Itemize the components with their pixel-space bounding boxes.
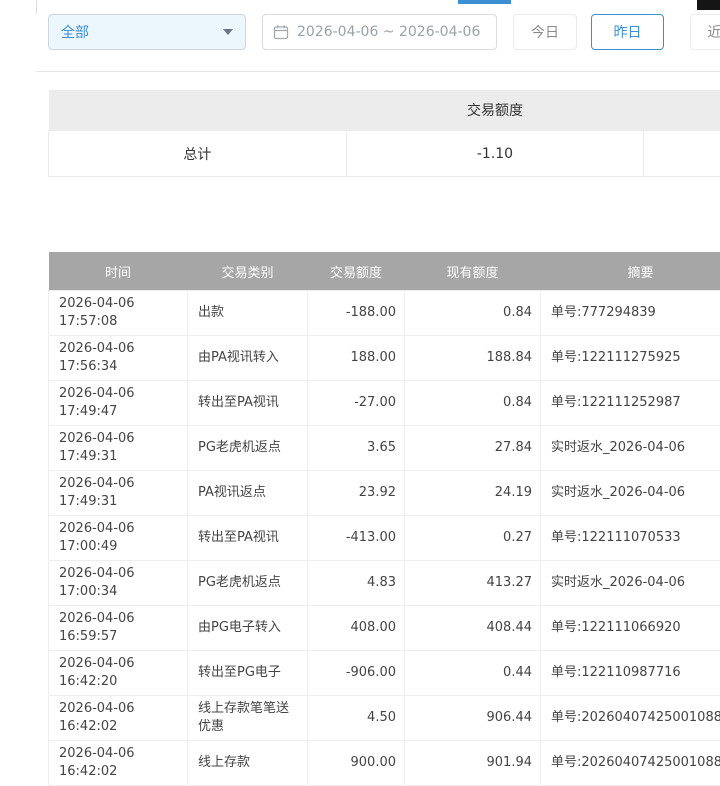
cell-balance: 901.94 (405, 741, 541, 786)
cell-balance: 408.44 (405, 606, 541, 651)
cell-type: 转出至PA视讯 (188, 516, 308, 561)
filter-bar: 全部 2026-04-06 ~ 2026-04-06 今日 昨日 近8日 (48, 14, 720, 50)
cell-time: 2026-04-06 16:42:20 (49, 651, 188, 696)
cell-memo: 单号:202604074250010883 (541, 741, 720, 786)
cell-memo: 单号:777294839 (541, 291, 720, 336)
cell-memo: 实时返水_2026-04-06 (541, 426, 720, 471)
cell-memo: 单号:122111070533 (541, 516, 720, 561)
cell-amount: 900.00 (308, 741, 405, 786)
cell-type: 线上存款 (188, 741, 308, 786)
cell-type: 线上存款笔笔送优惠 (188, 696, 308, 741)
cell-memo: 单号:122111252987 (541, 381, 720, 426)
cell-type: PA视讯返点 (188, 471, 308, 516)
cell-type: 由PA视讯转入 (188, 336, 308, 381)
last-8-days-button[interactable]: 近8日 (690, 14, 720, 50)
column-header-balance: 现有额度 (405, 252, 541, 291)
cell-type: 由PG电子转入 (188, 606, 308, 651)
cell-balance: 24.19 (405, 471, 541, 516)
cell-amount: -188.00 (308, 291, 405, 336)
summary-header-amount: 交易额度 (346, 90, 644, 131)
cell-type: PG老虎机返点 (188, 426, 308, 471)
cell-amount: 4.50 (308, 696, 405, 741)
cell-time: 2026-04-06 17:49:31 (49, 471, 188, 516)
summary-total-value: -1.10 (346, 131, 644, 177)
table-row: 2026-04-06 16:42:02 线上存款笔笔送优惠 4.50 906.4… (49, 696, 720, 741)
column-header-time: 时间 (49, 252, 188, 291)
table-row: 2026-04-06 16:42:20 转出至PG电子 -906.00 0.44… (49, 651, 720, 696)
chevron-down-icon (223, 29, 233, 35)
table-row: 2026-04-06 16:42:02 线上存款 900.00 901.94 单… (49, 741, 720, 786)
cell-time: 2026-04-06 16:42:02 (49, 741, 188, 786)
cell-time: 2026-04-06 16:59:57 (49, 606, 188, 651)
cell-amount: 4.83 (308, 561, 405, 606)
summary-total-clipped (644, 131, 720, 177)
cell-memo: 实时返水_2026-04-06 (541, 471, 720, 516)
cell-amount: -27.00 (308, 381, 405, 426)
summary-header-clipped (644, 90, 720, 131)
table-row: 2026-04-06 17:57:08 出款 -188.00 0.84 单号:7… (49, 291, 720, 336)
cell-amount: 408.00 (308, 606, 405, 651)
cell-balance: 188.84 (405, 336, 541, 381)
summary-total-row: 总计 -1.10 (49, 131, 720, 177)
cell-amount: 23.92 (308, 471, 405, 516)
type-filter-value: 全部 (61, 22, 89, 42)
corner-dark-fragment (697, 0, 720, 10)
cell-memo: 单号:202604074250010883 (541, 696, 720, 741)
active-tab-indicator (458, 0, 511, 4)
cell-balance: 0.44 (405, 651, 541, 696)
cell-memo: 实时返水_2026-04-06 (541, 561, 720, 606)
table-row: 2026-04-06 17:49:47 转出至PA视讯 -27.00 0.84 … (49, 381, 720, 426)
cell-type: 转出至PA视讯 (188, 381, 308, 426)
table-row: 2026-04-06 17:56:34 由PA视讯转入 188.00 188.8… (49, 336, 720, 381)
cell-memo: 单号:122111066920 (541, 606, 720, 651)
cell-amount: -906.00 (308, 651, 405, 696)
yesterday-button[interactable]: 昨日 (591, 14, 664, 50)
cell-memo: 单号:122111275925 (541, 336, 720, 381)
calendar-icon (273, 24, 289, 40)
table-row: 2026-04-06 17:49:31 PA视讯返点 23.92 24.19 实… (49, 471, 720, 516)
cell-time: 2026-04-06 17:49:31 (49, 426, 188, 471)
summary-table: 交易额度 总计 -1.10 (48, 90, 720, 177)
table-row: 2026-04-06 17:00:34 PG老虎机返点 4.83 413.27 … (49, 561, 720, 606)
panel-edge-line (36, 0, 37, 14)
cell-type: 出款 (188, 291, 308, 336)
transaction-table: 时间 交易类别 交易额度 现有额度 摘要 2026-04-06 17:57:08… (48, 252, 720, 786)
cell-memo: 单号:122110987716 (541, 651, 720, 696)
column-header-amount: 交易额度 (308, 252, 405, 291)
cell-type: PG老虎机返点 (188, 561, 308, 606)
cell-balance: 0.27 (405, 516, 541, 561)
column-header-type: 交易类别 (188, 252, 308, 291)
date-range-value: 2026-04-06 ~ 2026-04-06 (297, 24, 480, 40)
cell-balance: 0.84 (405, 381, 541, 426)
table-row: 2026-04-06 17:00:49 转出至PA视讯 -413.00 0.27… (49, 516, 720, 561)
cell-type: 转出至PG电子 (188, 651, 308, 696)
transaction-table-header-row: 时间 交易类别 交易额度 现有额度 摘要 (49, 252, 720, 291)
column-header-memo: 摘要 (541, 252, 720, 291)
cell-amount: -413.00 (308, 516, 405, 561)
cell-balance: 27.84 (405, 426, 541, 471)
cell-time: 2026-04-06 17:00:49 (49, 516, 188, 561)
section-divider (36, 71, 720, 72)
today-button[interactable]: 今日 (513, 14, 577, 50)
cell-amount: 188.00 (308, 336, 405, 381)
table-row: 2026-04-06 17:49:31 PG老虎机返点 3.65 27.84 实… (49, 426, 720, 471)
type-filter-select[interactable]: 全部 (48, 14, 246, 50)
transaction-table-body: 2026-04-06 17:57:08 出款 -188.00 0.84 单号:7… (49, 291, 720, 786)
cell-amount: 3.65 (308, 426, 405, 471)
table-row: 2026-04-06 16:59:57 由PG电子转入 408.00 408.4… (49, 606, 720, 651)
cell-time: 2026-04-06 17:56:34 (49, 336, 188, 381)
summary-header-spacer (49, 90, 347, 131)
cell-balance: 413.27 (405, 561, 541, 606)
cell-time: 2026-04-06 17:00:34 (49, 561, 188, 606)
cell-time: 2026-04-06 17:57:08 (49, 291, 188, 336)
date-range-input[interactable]: 2026-04-06 ~ 2026-04-06 (262, 14, 497, 50)
cell-balance: 0.84 (405, 291, 541, 336)
cell-balance: 906.44 (405, 696, 541, 741)
cell-time: 2026-04-06 17:49:47 (49, 381, 188, 426)
summary-header-row: 交易额度 (49, 90, 720, 131)
cell-time: 2026-04-06 16:42:02 (49, 696, 188, 741)
summary-total-label: 总计 (49, 131, 347, 177)
